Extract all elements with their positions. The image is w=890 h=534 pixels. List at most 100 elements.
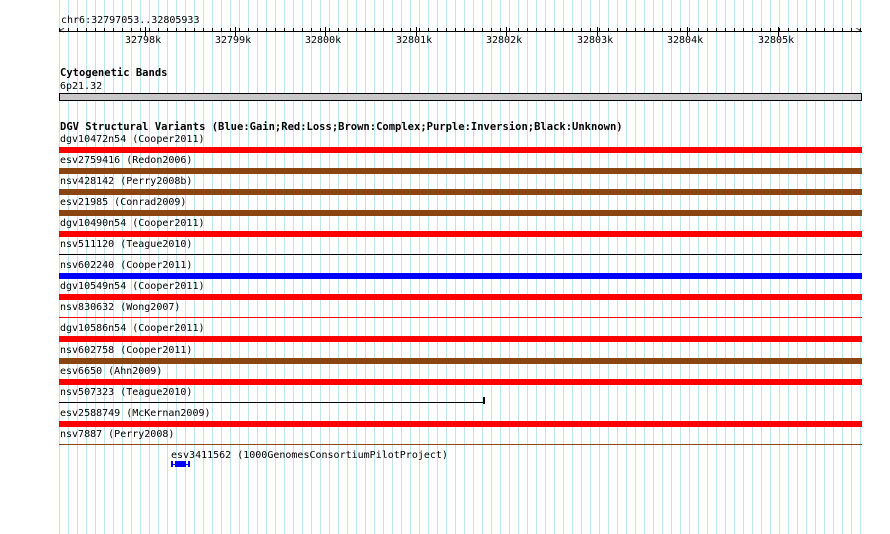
ruler-minor-tick (860, 28, 861, 31)
ruler-minor-tick (194, 28, 195, 31)
ruler-minor-tick (707, 28, 708, 31)
ruler-minor-tick (581, 28, 582, 31)
ruler-minor-tick (410, 28, 411, 31)
ruler-minor-tick (347, 28, 348, 31)
ruler-minor-tick (113, 28, 114, 31)
ruler-minor-tick (824, 28, 825, 31)
ruler-minor-tick (797, 28, 798, 31)
dgv-feature-label[interactable]: nsv7887 (Perry2008) (60, 429, 174, 440)
dgv-feature-bar[interactable] (59, 336, 862, 342)
ruler-minor-tick (392, 28, 393, 31)
dgv-feature-small-cap (188, 461, 190, 467)
ruler-tick-label: 32799k (215, 35, 252, 46)
dgv-feature-label[interactable]: dgv10490n54 (Cooper2011) (60, 218, 205, 229)
ruler-minor-tick (725, 28, 726, 31)
ruler-minor-tick (734, 28, 735, 31)
ruler-tick-label: 32803k (577, 35, 614, 46)
ruler-minor-tick (428, 28, 429, 31)
ruler-minor-tick (374, 28, 375, 31)
dgv-feature-bar[interactable] (59, 358, 862, 364)
cytoband-label: 6p21.32 (60, 81, 103, 92)
ruler-minor-tick (446, 28, 447, 31)
dgv-track-title[interactable]: DGV Structural Variants (Blue:Gain;Red:L… (60, 122, 623, 133)
ruler-minor-tick (473, 28, 474, 31)
dgv-feature-bar[interactable] (59, 254, 862, 255)
ruler-minor-tick (545, 28, 546, 31)
ruler-minor-tick (536, 28, 537, 31)
ruler-minor-tick (779, 28, 780, 31)
ruler-tick-label: 32798k (125, 35, 162, 46)
dgv-feature-label[interactable]: nsv511120 (Teague2010) (60, 239, 192, 250)
dgv-feature-bar[interactable] (59, 231, 862, 237)
dgv-feature-bar[interactable] (59, 294, 862, 300)
ruler-tick-label: 32805k (758, 35, 795, 46)
dgv-feature-label[interactable]: nsv602758 (Cooper2011) (60, 345, 192, 356)
dgv-feature-label[interactable]: esv6650 (Ahn2009) (60, 366, 162, 377)
ruler-minor-tick (671, 28, 672, 31)
dgv-feature-label[interactable]: dgv10549n54 (Cooper2011) (60, 281, 205, 292)
dgv-feature-bar[interactable] (59, 189, 862, 195)
dgv-feature-label[interactable]: nsv602240 (Cooper2011) (60, 260, 192, 271)
ruler-minor-tick (788, 28, 789, 31)
dgv-feature-bar[interactable] (59, 444, 862, 445)
dgv-feature-small-bar[interactable] (175, 461, 186, 467)
ruler-minor-tick (59, 28, 60, 31)
ruler-minor-tick (653, 28, 654, 31)
dgv-feature-bar[interactable] (59, 379, 862, 385)
dgv-feature-bar[interactable] (59, 147, 862, 153)
ruler-minor-tick (338, 28, 339, 31)
ruler-minor-tick (464, 28, 465, 31)
ruler-minor-tick (590, 28, 591, 31)
dgv-feature-bar[interactable] (59, 168, 862, 174)
dgv-feature-bar[interactable] (59, 210, 862, 216)
ruler-tick-label: 32801k (396, 35, 433, 46)
ruler-minor-tick (221, 28, 222, 31)
dgv-feature-bar[interactable] (59, 402, 484, 403)
ruler-minor-tick (563, 28, 564, 31)
cytoband-track-title[interactable]: Cytogenetic Bands (60, 68, 167, 79)
ruler-minor-tick (284, 28, 285, 31)
ruler-minor-tick (635, 28, 636, 31)
dgv-feature-label[interactable]: esv21985 (Conrad2009) (60, 197, 186, 208)
dgv-feature-label[interactable]: dgv10472n54 (Cooper2011) (60, 134, 205, 145)
dgv-feature-label[interactable]: nsv428142 (Perry2008b) (60, 176, 192, 187)
ruler-minor-tick (617, 28, 618, 31)
ruler-minor-tick (131, 28, 132, 31)
dgv-feature-label[interactable]: esv2759416 (Redon2006) (60, 155, 192, 166)
ruler-minor-tick (275, 28, 276, 31)
dgv-feature-bar[interactable] (59, 421, 862, 427)
ruler-minor-tick (239, 28, 240, 31)
ruler-minor-tick (761, 28, 762, 31)
cytoband-band[interactable] (59, 93, 862, 101)
ruler-minor-tick (842, 28, 843, 31)
ruler-minor-tick (95, 28, 96, 31)
ruler-minor-tick (500, 28, 501, 31)
dgv-feature-label[interactable]: dgv10586n54 (Cooper2011) (60, 323, 205, 334)
ruler-minor-tick (356, 28, 357, 31)
ruler-minor-tick (104, 28, 105, 31)
ruler-minor-tick (302, 28, 303, 31)
dgv-feature-label[interactable]: nsv830632 (Wong2007) (60, 302, 180, 313)
ruler-minor-tick (203, 28, 204, 31)
ruler-axis (59, 31, 862, 32)
ruler-minor-tick (455, 28, 456, 31)
dgv-feature-bar[interactable] (59, 273, 862, 279)
ruler-minor-tick (77, 28, 78, 31)
ruler-minor-tick (482, 28, 483, 31)
ruler-minor-tick (401, 28, 402, 31)
dgv-feature-label[interactable]: esv3411562 (1000GenomesConsortiumPilotPr… (171, 450, 448, 461)
ruler-minor-tick (176, 28, 177, 31)
ruler-minor-tick (320, 28, 321, 31)
dgv-feature-label[interactable]: nsv507323 (Teague2010) (60, 387, 192, 398)
ruler-minor-tick (248, 28, 249, 31)
ruler-tick-label: 32804k (667, 35, 704, 46)
ruler-minor-tick (644, 28, 645, 31)
ruler-minor-tick (689, 28, 690, 31)
ruler-tick-label: 32802k (486, 35, 523, 46)
dgv-feature-label[interactable]: esv2588749 (McKernan2009) (60, 408, 211, 419)
ruler-minor-tick (230, 28, 231, 31)
ruler-minor-tick (527, 28, 528, 31)
ruler-minor-tick (491, 28, 492, 31)
dgv-feature-bar[interactable] (59, 317, 862, 318)
ruler-minor-tick (437, 28, 438, 31)
